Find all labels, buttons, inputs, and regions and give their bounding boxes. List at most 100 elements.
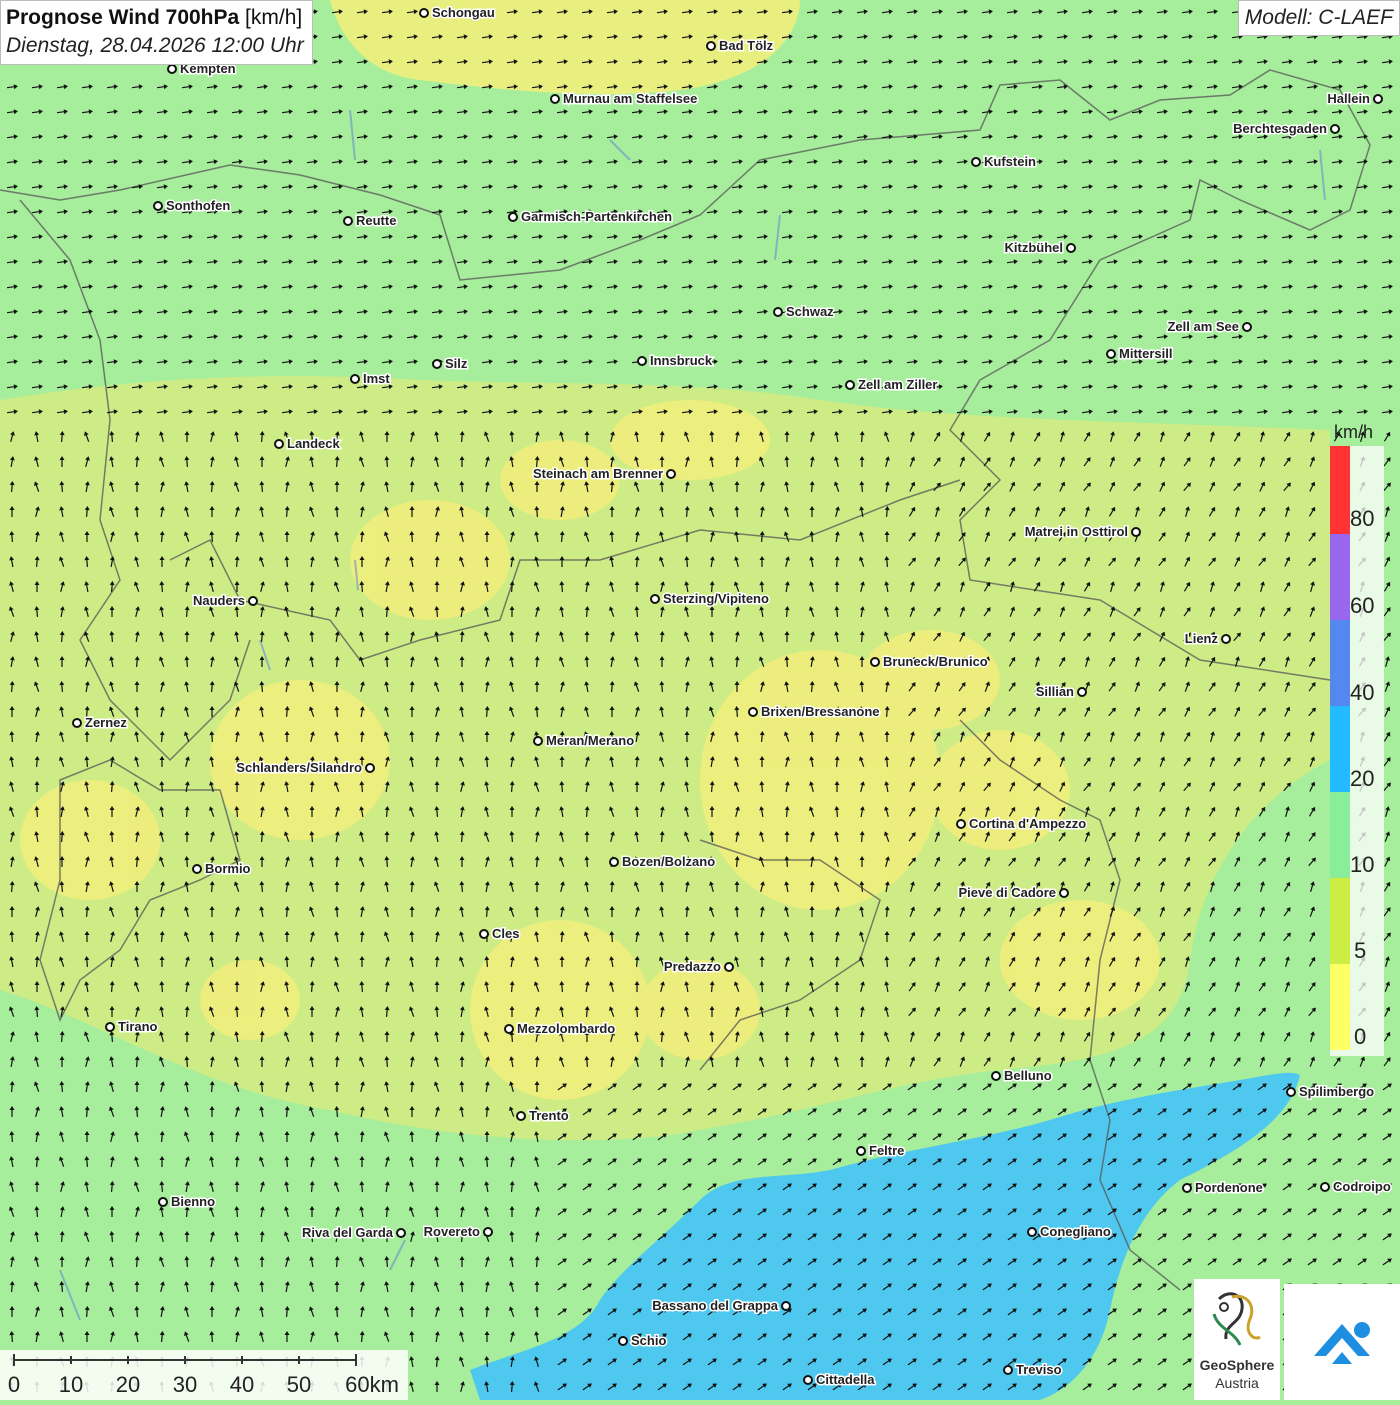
map-title: Prognose Wind 700hPa [km/h] [6,4,304,32]
city-dot [344,217,352,225]
city-marker: Murnau am Staffelsee [551,91,697,106]
city-marker: Brixen/Bressanone [749,704,880,719]
city-marker: Conegliano [1028,1224,1111,1239]
city-dot [992,1072,1000,1080]
city-dot [1078,688,1086,696]
city-marker: Mezzolombardo [505,1021,615,1036]
title-box: Prognose Wind 700hPa [km/h] Dienstag, 28… [0,0,313,65]
city-dot [1107,350,1115,358]
city-label: Tirano [118,1019,158,1034]
city-dot [420,9,428,17]
city-label: Schwaz [786,304,834,319]
city-marker: Sonthofen [154,198,230,213]
city-label: Cittadella [816,1372,875,1387]
city-dot [972,158,980,166]
city-label: Rovereto [424,1224,480,1239]
city-dot [774,308,782,316]
city-label: Silz [445,356,468,371]
color-legend: km/h 80 60 40 20 10 5 0 [1322,418,1388,1058]
city-label: Lienz [1185,631,1219,646]
city-label: Kitzbühel [1005,240,1064,255]
legend-color-80 [1330,446,1350,534]
city-dot [707,42,715,50]
title-bold: Prognose Wind 700hPa [6,6,239,29]
city-label: Conegliano [1040,1224,1111,1239]
city-dot [366,764,374,772]
legend-tick-40: 40 [1350,680,1374,705]
city-dot [1374,95,1382,103]
city-label: Matrei in Osttirol [1025,524,1128,539]
city-dot [857,1147,865,1155]
city-dot [484,1228,492,1236]
city-dot [1132,528,1140,536]
model-label: Modell: C-LAEF [1238,0,1400,36]
legend-tick-20: 20 [1350,766,1374,791]
city-label: Meran/Merano [546,733,634,748]
city-label: Feltre [869,1143,904,1158]
city-label: Cles [492,926,519,941]
city-label: Predazzo [664,959,721,974]
scale-label-20: 20 [116,1372,140,1397]
city-marker: Pieve di Cadore [958,885,1068,900]
city-label: Zernez [85,715,127,730]
city-dot [1331,125,1339,133]
city-dot [610,858,618,866]
city-label: Riva del Garda [302,1225,394,1240]
city-label: Mezzolombardo [517,1021,615,1036]
city-dot [957,820,965,828]
legend-tick-10: 10 [1350,852,1374,877]
city-label: Innsbruck [650,353,713,368]
city-label: Murnau am Staffelsee [563,91,697,106]
logo-name-2: Austria [1194,1375,1280,1391]
city-label: Treviso [1016,1362,1062,1377]
logo-name-1: GeoSphere [1194,1357,1280,1373]
city-label: Imst [363,371,390,386]
city-marker: Schlanders/Silandro [236,760,374,775]
city-label: Kufstein [984,154,1036,169]
city-label: Bassano del Grappa [652,1298,778,1313]
city-dot [749,708,757,716]
geosphere-logo: GeoSphere Austria [1194,1279,1280,1400]
city-dot [1028,1228,1036,1236]
city-label: Schio [631,1333,666,1348]
city-dot [1004,1366,1012,1374]
city-dot [275,440,283,448]
legend-color-40 [1330,620,1350,706]
city-label: Landeck [287,436,341,451]
city-dot [846,381,854,389]
city-dot [871,658,879,666]
city-dot [480,930,488,938]
legend-color-0 [1330,964,1350,1050]
city-marker: Berchtesgaden [1233,121,1339,136]
scale-label-10: 10 [59,1372,83,1397]
city-marker: Cortina d'Ampezzo [957,816,1086,831]
city-dot [1243,323,1251,331]
legend-color-10 [1330,792,1350,878]
city-dot [106,1023,114,1031]
city-label: Belluno [1004,1068,1052,1083]
city-label: Reutte [356,213,396,228]
city-dot [433,360,441,368]
city-dot [517,1112,525,1120]
legend-tick-0: 0 [1354,1024,1366,1049]
city-dot [168,65,176,73]
city-label: Berchtesgaden [1233,121,1327,136]
scale-label-40: 40 [230,1372,254,1397]
city-marker: Matrei in Osttirol [1025,524,1140,539]
city-dot [619,1337,627,1345]
title-unit: [km/h] [245,6,302,29]
legend-color-20 [1330,706,1350,792]
city-dot [193,865,201,873]
city-marker: Garmisch-Partenkirchen [509,209,672,224]
city-label: Garmisch-Partenkirchen [521,209,672,224]
city-marker: Zell am Ziller [846,377,937,392]
city-label: Sterzing/Vipiteno [663,591,769,606]
city-dot [351,375,359,383]
city-label: Brixen/Bressanone [761,704,880,719]
city-label: Steinach am Brenner [533,466,663,481]
city-label: Sillian [1036,684,1074,699]
city-marker: Spilimbergo [1287,1084,1374,1099]
city-label: Codroipo [1333,1179,1391,1194]
legend-tick-80: 80 [1350,506,1374,531]
city-label: Bad Tölz [719,38,774,53]
